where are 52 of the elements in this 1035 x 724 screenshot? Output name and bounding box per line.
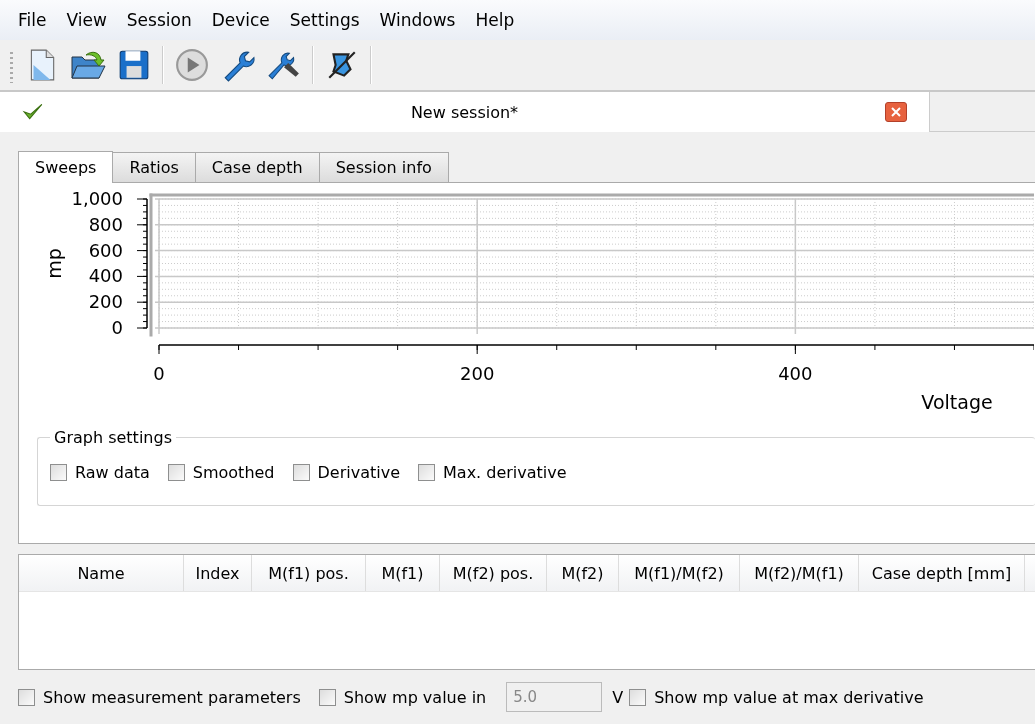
checkbox-label: Show mp value at max derivative: [654, 687, 924, 707]
x-tick-label: 200: [460, 363, 495, 384]
checkbox[interactable]: [292, 464, 310, 481]
document-title: New session*: [409, 102, 520, 122]
checkbox-label: Show measurement parameters: [43, 687, 301, 707]
column-header[interactable]: M(f2): [547, 555, 619, 591]
column-header[interactable]: Name: [19, 555, 184, 591]
menu-item[interactable]: File: [10, 10, 59, 30]
checkbox[interactable]: [50, 464, 67, 481]
column-header[interactable]: Case depth [mm]: [859, 555, 1025, 591]
column-header[interactable]: M(f2) pos.: [440, 555, 547, 591]
column-header[interactable]: Index: [184, 555, 252, 591]
close-button[interactable]: [885, 102, 907, 122]
play-icon[interactable]: [174, 48, 210, 82]
y-axis-title: mp: [43, 248, 65, 279]
tab[interactable]: Case depth: [194, 152, 320, 182]
y-tick-label: 400: [88, 265, 123, 287]
checkbox[interactable]: [318, 688, 336, 706]
menu-item[interactable]: Windows: [371, 10, 468, 30]
checkbox[interactable]: [18, 688, 35, 706]
x-tick-label: 400: [778, 363, 813, 384]
unit-label: V: [612, 687, 624, 707]
tab[interactable]: Session info: [318, 152, 449, 182]
y-tick-label: 1,000: [71, 188, 123, 209]
close-icon: [891, 107, 901, 117]
menu-item[interactable]: Device: [203, 10, 282, 30]
y-tick-label: 0: [111, 317, 123, 338]
checkbox[interactable]: [167, 464, 185, 481]
column-header[interactable]: M(f1): [366, 555, 440, 591]
y-tick-label: 800: [88, 213, 123, 235]
x-tick-label: 0: [153, 363, 165, 384]
y-tick-label: 600: [88, 239, 123, 261]
menu-item[interactable]: Session: [118, 10, 204, 30]
menu-item[interactable]: Help: [467, 10, 527, 30]
tab[interactable]: Ratios: [112, 152, 196, 182]
menu-item[interactable]: Settings: [281, 10, 372, 30]
column-header[interactable]: M(f1)/M(f2): [619, 555, 740, 591]
menu-item[interactable]: View: [58, 10, 119, 30]
checkbox-label: Raw data: [75, 463, 150, 482]
checkbox-label: Show mp value in: [343, 687, 487, 707]
checkbox[interactable]: [629, 688, 647, 706]
tab[interactable]: Sweeps: [18, 151, 114, 183]
group-title: Graph settings: [53, 428, 173, 447]
checkbox-label: Max. derivative: [443, 463, 567, 482]
column-header[interactable]: M(f2)/M(f1): [740, 555, 859, 591]
column-header[interactable]: M(f1) pos.: [252, 555, 366, 591]
checkbox[interactable]: [418, 464, 435, 481]
y-tick-label: 200: [88, 291, 123, 313]
checkbox-label: Derivative: [317, 463, 400, 482]
x-axis-title: Voltage: [921, 391, 993, 413]
document-tab[interactable]: New session*: [0, 92, 930, 132]
checkbox-label: Smoothed: [192, 463, 275, 482]
